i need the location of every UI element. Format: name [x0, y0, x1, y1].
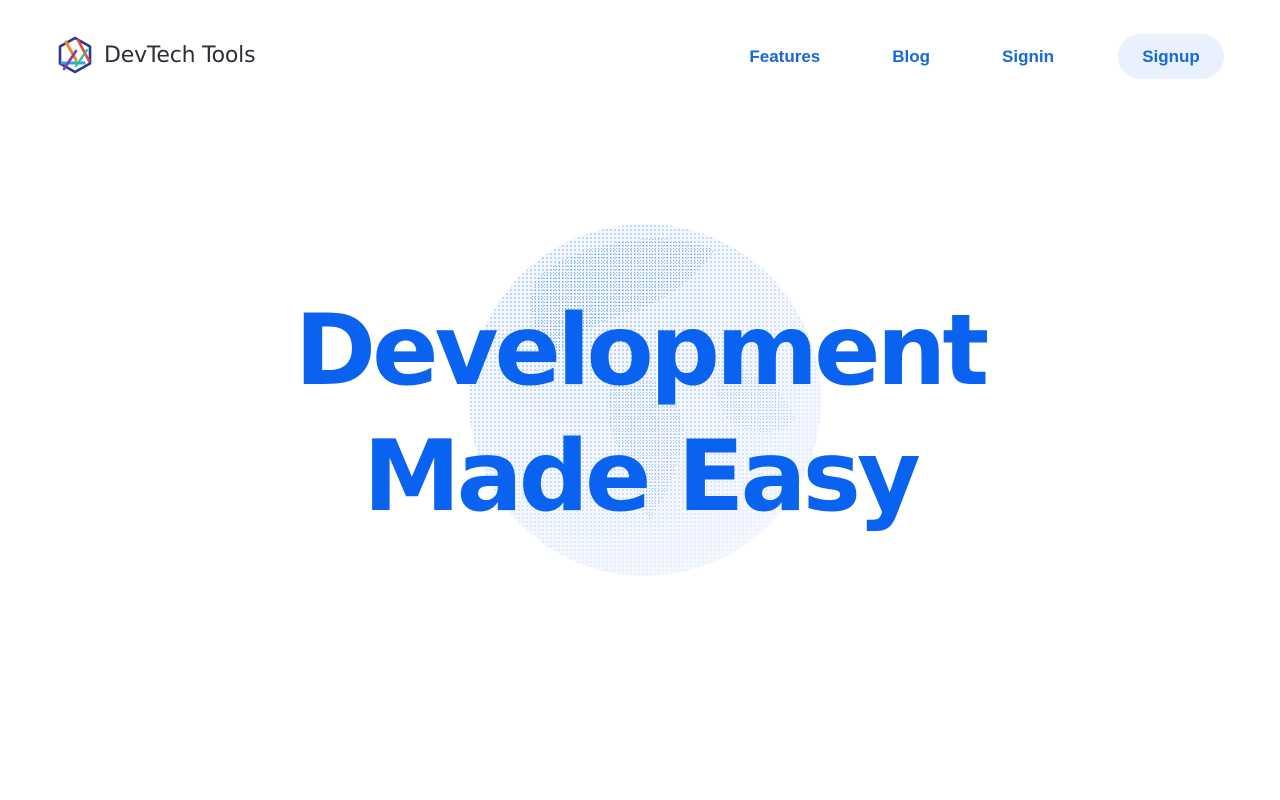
nav-link-signin[interactable]: Signin — [1002, 47, 1054, 67]
main-nav: Features Blog Signin Signup — [749, 34, 1224, 79]
brand[interactable]: DevTech Tools — [54, 34, 256, 76]
nav-link-features[interactable]: Features — [749, 47, 820, 67]
hero-title: Development Made Easy — [0, 288, 1280, 540]
hero-title-line-2: Made Easy — [363, 420, 921, 534]
hero-title-line-1: Development — [294, 294, 989, 408]
site-header: DevTech Tools Features Blog Signin Signu… — [0, 0, 1280, 110]
signup-button[interactable]: Signup — [1118, 34, 1224, 79]
hero-section: Development Made Easy — [0, 200, 1280, 600]
nav-link-blog[interactable]: Blog — [892, 47, 930, 67]
hexagon-triangle-logo-icon — [58, 36, 92, 74]
brand-name: DevTech Tools — [104, 42, 256, 68]
